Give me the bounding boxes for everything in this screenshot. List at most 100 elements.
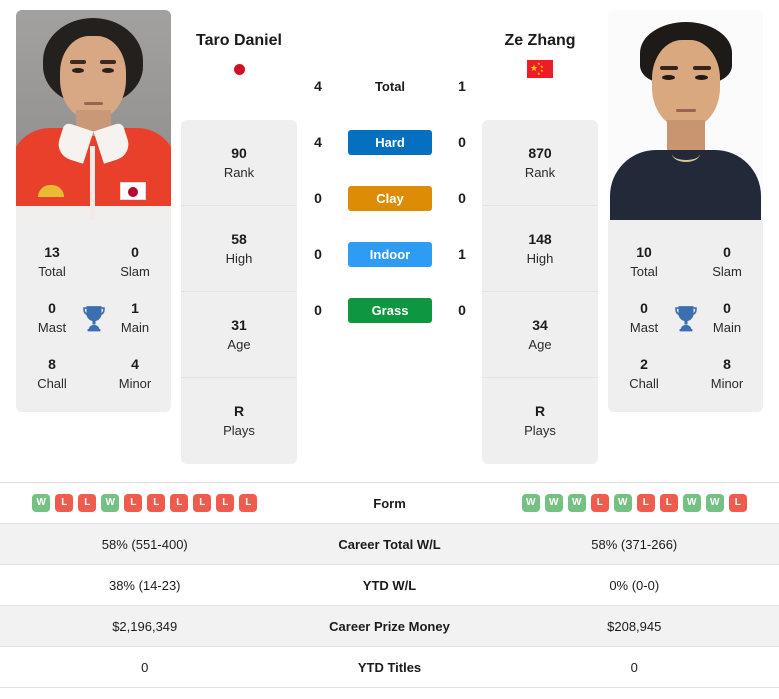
h2h-right-value: 0: [458, 190, 466, 206]
japan-flag-icon: [226, 60, 252, 78]
stat-main-left: 1 Main: [120, 300, 150, 335]
player-heading-left: Taro Daniel: [154, 30, 324, 78]
trophy-icon: [81, 304, 107, 332]
h2h-row-hard: 4 Hard 0: [303, 114, 477, 170]
table-row-career-wl: 58% (551-400) Career Total W/L 58% (371-…: [0, 524, 779, 565]
form-badge-loss[interactable]: L: [659, 494, 678, 512]
stats-comparison-table: WLLWLLLLLL Form WWWLWLLWWL 58% (551-400)…: [0, 482, 779, 688]
stat-mast-left: 0 Mast: [37, 300, 67, 335]
player-stats-left: 90 Rank 58 High 31 Age R Plays: [181, 120, 297, 464]
h2h-right-value: 1: [458, 246, 466, 262]
h2h-right-value: 0: [458, 302, 466, 318]
stat-plays-left: R Plays: [223, 403, 255, 438]
titles-row: 0 Mast 0 Main: [608, 290, 763, 346]
china-flag-icon: ★ ★ ★ ★ ★: [527, 60, 553, 78]
titles-panel-left: 13 Total 0 Slam 0 Mast 1 Main 8 Chall 4 …: [16, 228, 171, 412]
stat-total-right: 10 Total: [630, 244, 658, 279]
stat-high-left: 58 High: [181, 206, 297, 292]
stat-minor-left: 4 Minor: [118, 356, 152, 391]
h2h-right-value: 1: [458, 78, 466, 94]
ytd-titles-right: 0: [630, 659, 638, 675]
ytd-titles-left: 0: [141, 659, 149, 675]
h2h-left-value: 0: [314, 302, 322, 318]
career-wl-right: 58% (371-266): [591, 536, 678, 552]
h2h-label: Total: [374, 78, 406, 94]
player-heading-right: Ze Zhang ★ ★ ★ ★ ★: [455, 30, 625, 78]
stat-age-right: 34 Age: [482, 292, 598, 378]
head-to-head-column: 4 Total 1 4 Hard 0 0 Clay 0 0 Indoor 1 0…: [303, 58, 477, 338]
table-label-career-wl: Career Total W/L: [338, 536, 441, 552]
form-badge-win[interactable]: W: [613, 494, 632, 512]
h2h-right-value: 0: [458, 134, 466, 150]
stat-chall-left: 8 Chall: [37, 356, 67, 391]
surface-badge-clay[interactable]: Clay: [348, 185, 432, 211]
table-label-ytd-titles: YTD Titles: [357, 659, 422, 675]
form-badge-win[interactable]: W: [567, 494, 586, 512]
form-badge-loss[interactable]: L: [636, 494, 655, 512]
form-badge-win[interactable]: W: [101, 494, 120, 512]
form-badge-loss[interactable]: L: [239, 494, 258, 512]
stat-minor-right: 8 Minor: [710, 356, 744, 391]
h2h-row-clay: 0 Clay 0: [303, 170, 477, 226]
stat-total-left: 13 Total: [38, 244, 66, 279]
table-row-form: WLLWLLLLLL Form WWWLWLLWWL: [0, 483, 779, 524]
form-badge-loss[interactable]: L: [147, 494, 166, 512]
surface-badge-hard[interactable]: Hard: [348, 129, 432, 155]
player-photo-card-right: Ze Zhang: [608, 10, 763, 252]
form-badges-right: WWWLWLLWWL: [490, 494, 779, 512]
form-badge-loss[interactable]: L: [124, 494, 143, 512]
surface-badge-grass[interactable]: Grass: [348, 297, 432, 323]
form-badge-loss[interactable]: L: [728, 494, 747, 512]
form-badge-loss[interactable]: L: [55, 494, 74, 512]
stat-slam-left: 0 Slam: [120, 244, 150, 279]
table-label-form: Form: [373, 495, 406, 511]
form-badge-loss[interactable]: L: [590, 494, 609, 512]
surface-badge-indoor[interactable]: Indoor: [348, 241, 432, 267]
player-photo-right: [608, 10, 763, 220]
titles-row: 2 Chall 8 Minor: [608, 346, 763, 402]
prize-money-right: $208,945: [607, 618, 662, 634]
titles-panel-right: 10 Total 0 Slam 0 Mast 0 Main 2 Chall 8 …: [608, 228, 763, 412]
form-badge-loss[interactable]: L: [193, 494, 212, 512]
stat-plays-right: R Plays: [524, 403, 556, 438]
form-badge-win[interactable]: W: [705, 494, 724, 512]
h2h-left-value: 0: [314, 190, 322, 206]
stat-chall-right: 2 Chall: [629, 356, 659, 391]
stat-age-left: 31 Age: [181, 292, 297, 378]
player-stats-right: 870 Rank 148 High 34 Age R Plays: [482, 120, 598, 464]
form-badge-loss[interactable]: L: [216, 494, 235, 512]
form-badge-loss[interactable]: L: [78, 494, 97, 512]
form-badge-win[interactable]: W: [682, 494, 701, 512]
table-label-prize-money: Career Prize Money: [329, 618, 450, 634]
player-photo-left: [16, 10, 171, 220]
h2h-left-value: 4: [314, 134, 322, 150]
prize-money-left: $2,196,349: [112, 618, 178, 634]
comparison-header: Taro Daniel 13 Total 0 Slam 0 Mast: [0, 0, 779, 482]
player-photo-card-left: Taro Daniel: [16, 10, 171, 252]
h2h-left-value: 0: [314, 246, 322, 262]
form-badge-win[interactable]: W: [32, 494, 51, 512]
trophy-icon: [673, 304, 699, 332]
table-row-ytd-wl: 38% (14-23) YTD W/L 0% (0-0): [0, 565, 779, 606]
stat-slam-right: 0 Slam: [712, 244, 742, 279]
stat-rank-left: 90 Rank: [181, 120, 297, 206]
h2h-row-total: 4 Total 1: [303, 58, 477, 114]
stat-rank-right: 870 Rank: [482, 120, 598, 206]
h2h-left-value: 4: [314, 78, 322, 94]
ytd-wl-right: 0% (0-0): [609, 577, 660, 593]
titles-row: 10 Total 0 Slam: [608, 234, 763, 290]
career-wl-left: 58% (551-400): [101, 536, 188, 552]
form-badges-left: WLLWLLLLLL: [0, 494, 290, 512]
titles-row: 0 Mast 1 Main: [16, 290, 171, 346]
titles-row: 8 Chall 4 Minor: [16, 346, 171, 402]
h2h-row-grass: 0 Grass 0: [303, 282, 477, 338]
stat-mast-right: 0 Mast: [629, 300, 659, 335]
table-label-ytd-wl: YTD W/L: [362, 577, 417, 593]
titles-row: 13 Total 0 Slam: [16, 234, 171, 290]
form-badge-win[interactable]: W: [521, 494, 540, 512]
player-name-left: Taro Daniel: [196, 32, 282, 49]
form-badge-win[interactable]: W: [544, 494, 563, 512]
form-badge-loss[interactable]: L: [170, 494, 189, 512]
stat-high-right: 148 High: [482, 206, 598, 292]
table-row-prize-money: $2,196,349 Career Prize Money $208,945: [0, 606, 779, 647]
